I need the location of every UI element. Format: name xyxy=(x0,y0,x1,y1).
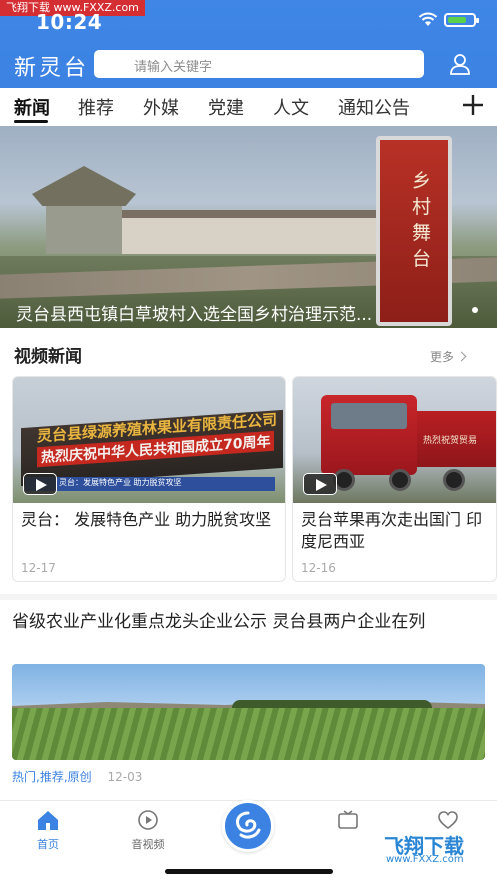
video-card-title: 灵台苹果再次走出国门 印度尼西亚 xyxy=(301,510,483,551)
nav-home-label: 首页 xyxy=(37,838,59,851)
tab-foreign-media[interactable]: 外媒 xyxy=(143,94,179,120)
home-indicator xyxy=(165,869,333,874)
tab-recommend[interactable]: 推荐 xyxy=(78,94,114,120)
play-circle-icon xyxy=(138,810,158,830)
top-banner[interactable]: 乡村舞台 xyxy=(0,126,497,328)
category-tabs: 新闻 推荐 外媒 党建 人文 通知公告 xyxy=(0,88,497,128)
play-icon[interactable] xyxy=(303,473,337,495)
nav-media[interactable]: 音视频 xyxy=(118,809,178,852)
section-divider xyxy=(0,594,497,600)
article-meta: 热门,推荐,原创 12-03 xyxy=(12,768,142,785)
top-header: 飞翔下载 www.FXXZ.com 10:24 新灵台 请输入关键字 xyxy=(0,0,497,88)
banner-page-indicator xyxy=(472,307,478,313)
video-card[interactable]: 热烈祝贺贸易 灵台苹果再次走出国门 印度尼西亚 12-16 xyxy=(292,376,497,582)
search-input[interactable]: 请输入关键字 xyxy=(94,50,424,78)
video-section-title: 视频新闻 xyxy=(14,347,82,367)
thumb-ticker-text: 灵台：发展特色产业 助力脱贫攻坚 xyxy=(59,478,182,487)
video-card-date: 12-17 xyxy=(21,561,56,575)
battery-icon xyxy=(444,13,479,27)
active-tab-indicator xyxy=(14,120,48,123)
chevron-right-icon xyxy=(456,351,467,362)
app-logo-icon xyxy=(236,811,261,839)
thumb-truck-text: 热烈祝贺贸易 xyxy=(423,436,478,446)
video-thumbnail: 灵台县绿源养殖林果业有限责任公司 热烈庆祝中华人民共和国成立70周年 灵台：发展… xyxy=(13,377,285,503)
play-icon[interactable] xyxy=(23,473,57,495)
tab-news[interactable]: 新闻 xyxy=(14,94,50,120)
watermark-url: www.FXXZ.com xyxy=(386,854,464,865)
video-card-date: 12-16 xyxy=(301,561,336,575)
more-label: 更多 xyxy=(430,350,455,364)
user-icon[interactable] xyxy=(446,50,474,78)
nav-home[interactable]: 首页 xyxy=(18,809,78,852)
center-action-button[interactable] xyxy=(222,800,274,852)
status-time: 10:24 xyxy=(36,10,103,34)
monument-text: 乡村舞台 xyxy=(412,170,432,270)
tab-party[interactable]: 党建 xyxy=(208,94,244,120)
article-tags: 热门,推荐,原创 xyxy=(12,770,92,784)
add-tab-icon[interactable] xyxy=(460,92,486,118)
video-thumbnail: 热烈祝贺贸易 xyxy=(293,377,496,503)
nav-media-label: 音视频 xyxy=(131,838,165,851)
banner-caption[interactable]: 灵台县西屯镇白草坡村入选全国乡村治理示范... xyxy=(16,300,436,325)
tab-notices[interactable]: 通知公告 xyxy=(338,94,410,120)
article-date: 12-03 xyxy=(107,770,143,784)
home-icon xyxy=(38,811,58,830)
tab-culture[interactable]: 人文 xyxy=(273,94,309,120)
video-card[interactable]: 灵台县绿源养殖林果业有限责任公司 热烈庆祝中华人民共和国成立70周年 灵台：发展… xyxy=(12,376,286,582)
article-image[interactable] xyxy=(12,664,485,760)
wifi-icon xyxy=(418,12,438,26)
article-title[interactable]: 省级农业产业化重点龙头企业公示 灵台县两户企业在列 xyxy=(12,610,484,634)
search-placeholder: 请输入关键字 xyxy=(134,60,213,75)
app-brand: 新灵台 xyxy=(14,56,90,81)
status-bar: 飞翔下载 www.FXXZ.com 10:24 xyxy=(0,0,497,36)
more-link[interactable]: 更多 xyxy=(430,348,467,365)
video-card-title: 灵台： 发展特色产业 助力脱贫攻坚 xyxy=(21,510,272,529)
